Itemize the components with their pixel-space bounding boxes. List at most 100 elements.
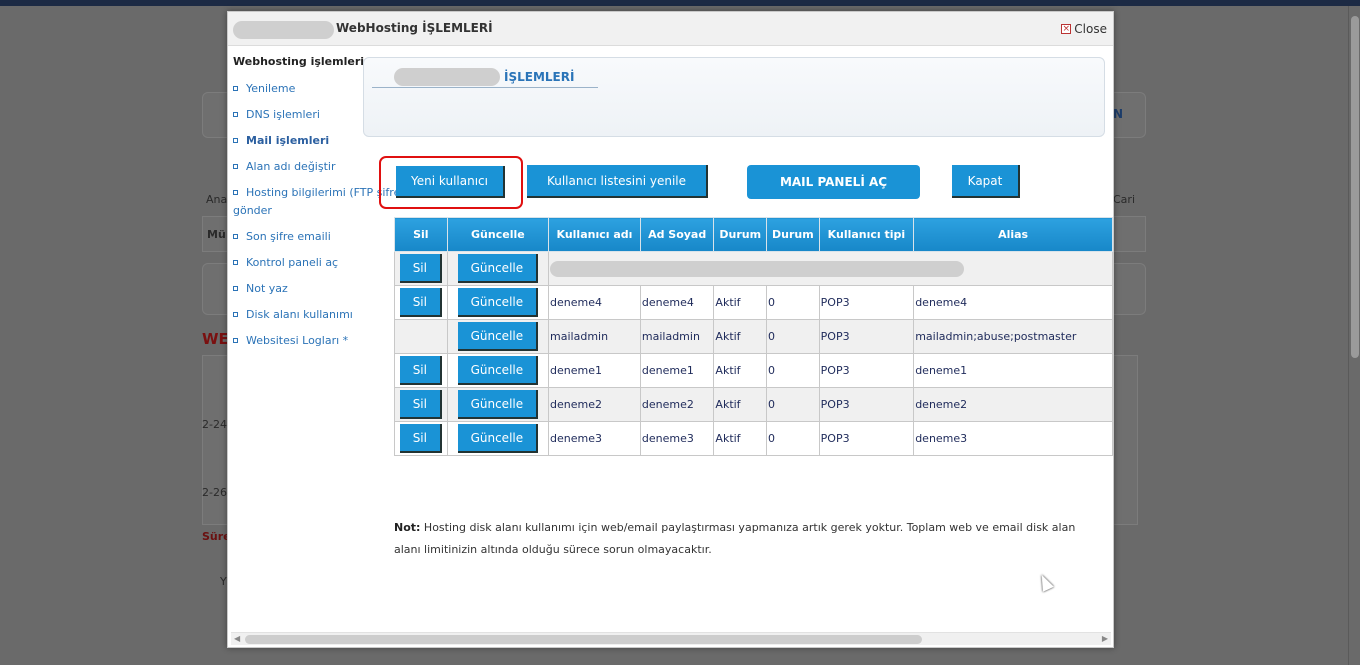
menu-title: Webhosting işlemleri — [233, 55, 365, 68]
sil-cell: Sil — [394, 353, 448, 388]
column-header-guncelle: Güncelle — [446, 217, 550, 252]
column-header-kullanici-tipi: Kullanıcı tipi — [818, 217, 915, 252]
delete-button[interactable]: Sil — [399, 424, 442, 453]
scroll-left-icon[interactable]: ◀ — [234, 634, 240, 643]
guncelle-cell: Güncelle — [446, 319, 550, 354]
table-row: Sil Güncelle — [394, 251, 1113, 286]
background-top-bar — [0, 0, 1360, 6]
close-button[interactable]: × Close — [1061, 22, 1107, 36]
content-header-panel: İŞLEMLERİ — [363, 57, 1105, 137]
status2-cell: 0 — [766, 421, 820, 456]
update-button[interactable]: Güncelle — [457, 322, 538, 351]
update-button[interactable]: Güncelle — [457, 390, 538, 419]
status-cell: Aktif — [713, 285, 768, 320]
close-label: Close — [1074, 22, 1107, 36]
menu-item-dns[interactable]: DNS işlemleri — [233, 106, 363, 124]
table-header-row: Sil Güncelle Kullanıcı adı Ad Soyad Duru… — [394, 217, 1113, 252]
modal-scrollbar-thumb[interactable] — [245, 635, 922, 644]
status-cell: Aktif — [713, 353, 768, 388]
bullet-icon — [233, 312, 238, 317]
column-header-alias: Alias — [913, 217, 1113, 252]
menu-item-alan-adi[interactable]: Alan adı değiştir — [233, 158, 363, 176]
menu-item-label: Kontrol paneli aç — [246, 256, 339, 269]
delete-button[interactable]: Sil — [399, 356, 442, 385]
table-row: Sil Güncelle deneme1 deneme1 Aktif 0 POP… — [394, 353, 1113, 388]
note-line-1: Not: Hosting disk alanı kullanımı için w… — [394, 517, 1113, 539]
alias-cell: deneme1 — [913, 353, 1113, 388]
bullet-icon — [233, 190, 238, 195]
name-cell: deneme3 — [639, 421, 715, 456]
menu-item-label: Son şifre emaili — [246, 230, 331, 243]
username-cell: deneme2 — [548, 387, 641, 422]
background-text-mu: Mü — [207, 228, 226, 241]
status-cell: Aktif — [713, 387, 768, 422]
delete-button[interactable]: Sil — [399, 390, 442, 419]
page-scrollbar-thumb[interactable] — [1351, 16, 1359, 358]
menu-item-loglar[interactable]: Websitesi Logları * — [233, 332, 363, 350]
menu-item-disk-alani[interactable]: Disk alanı kullanımı — [233, 306, 363, 324]
delete-button[interactable]: Sil — [399, 288, 442, 317]
status2-cell: 0 — [766, 285, 820, 320]
bullet-icon — [233, 86, 238, 91]
sil-cell: Sil — [394, 387, 448, 422]
status-cell: Aktif — [713, 421, 768, 456]
scroll-right-icon[interactable]: ▶ — [1102, 634, 1108, 643]
open-mail-panel-button[interactable]: MAIL PANELİ AÇ — [747, 165, 920, 199]
type-cell: POP3 — [818, 387, 915, 422]
status-cell: Aktif — [713, 319, 768, 354]
column-header-sil: Sil — [394, 217, 448, 252]
refresh-user-list-button[interactable]: Kullanıcı listesini yenile — [527, 165, 708, 198]
note-text-1: Hosting disk alanı kullanımı için web/em… — [423, 521, 1076, 534]
bullet-icon — [233, 112, 238, 117]
background-text-ana: Ana — [206, 193, 228, 206]
column-header-ad-soyad: Ad Soyad — [639, 217, 715, 252]
status2-cell: 0 — [766, 353, 820, 388]
update-button[interactable]: Güncelle — [457, 356, 538, 385]
background-text-y: Y — [220, 575, 227, 588]
disk-usage-note: Not: Hosting disk alanı kullanımı için w… — [394, 517, 1113, 561]
bullet-icon — [233, 286, 238, 291]
column-header-durum-2: Durum — [766, 217, 820, 252]
guncelle-cell: Güncelle — [446, 387, 550, 422]
menu-item-label: Yenileme — [246, 82, 296, 95]
guncelle-cell: Güncelle — [446, 285, 550, 320]
name-cell: deneme1 — [639, 353, 715, 388]
redacted-domain — [233, 21, 334, 39]
update-button[interactable]: Güncelle — [457, 424, 538, 453]
modal-horizontal-scrollbar[interactable]: ◀ ▶ — [231, 632, 1111, 645]
close-panel-button[interactable]: Kapat — [952, 165, 1020, 198]
background-text-date1: 2-24 — [202, 418, 227, 431]
menu-item-mail[interactable]: Mail işlemleri — [233, 132, 363, 150]
modal-body: Webhosting işlemleri Yenileme DNS işleml… — [228, 47, 1113, 632]
note-label: Not: — [394, 521, 421, 534]
username-cell: deneme4 — [548, 285, 641, 320]
menu-item-label: Not yaz — [246, 282, 288, 295]
status2-cell: 0 — [766, 319, 820, 354]
bullet-icon — [233, 260, 238, 265]
delete-button[interactable]: Sil — [399, 254, 442, 283]
username-cell: deneme1 — [548, 353, 641, 388]
name-cell: mailadmin — [639, 319, 715, 354]
menu-item-kontrol-paneli[interactable]: Kontrol paneli aç — [233, 254, 363, 272]
page-vertical-scrollbar[interactable] — [1348, 6, 1360, 665]
update-button[interactable]: Güncelle — [457, 254, 538, 283]
redacted-row — [548, 251, 1113, 286]
username-cell: mailadmin — [548, 319, 641, 354]
modal-title: WebHosting İŞLEMLERİ — [336, 21, 493, 35]
update-button[interactable]: Güncelle — [457, 288, 538, 317]
redacted-domain — [394, 68, 500, 86]
webhosting-modal: WebHosting İŞLEMLERİ × Close Webhosting … — [227, 11, 1114, 648]
menu-item-not-yaz[interactable]: Not yaz — [233, 280, 363, 298]
table-row: Güncelle mailadmin mailadmin Aktif 0 POP… — [394, 319, 1113, 354]
alias-cell: deneme3 — [913, 421, 1113, 456]
note-line-2: alanı limitinizin altında olduğu sürece … — [394, 543, 712, 556]
menu-item-label: DNS işlemleri — [246, 108, 320, 121]
content-title: İŞLEMLERİ — [504, 70, 575, 84]
bullet-icon — [233, 164, 238, 169]
new-user-button[interactable]: Yeni kullanıcı — [396, 166, 505, 198]
menu-item-yenileme[interactable]: Yenileme — [233, 80, 363, 98]
modal-header: WebHosting İŞLEMLERİ × Close — [228, 12, 1113, 46]
table-row: Sil Güncelle deneme3 deneme3 Aktif 0 POP… — [394, 421, 1113, 456]
menu-item-son-sifre[interactable]: Son şifre emaili — [233, 228, 363, 246]
guncelle-cell: Güncelle — [446, 251, 550, 286]
